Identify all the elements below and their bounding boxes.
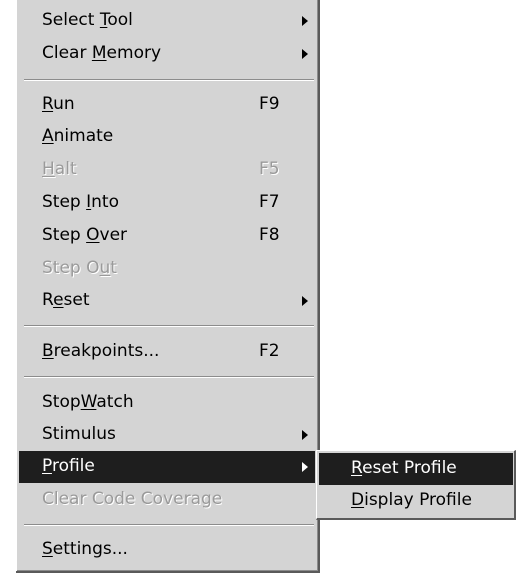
submenu-arrow-icon (302, 296, 308, 306)
menu-item-step-into[interactable]: Step Into F7 (19, 187, 315, 219)
menu-item-label: Halt (42, 159, 77, 179)
menu-item-label: Reset (42, 290, 90, 310)
submenu-item-label: Reset Profile (351, 458, 457, 478)
menu-separator (24, 325, 314, 327)
menu-item-stopwatch[interactable]: StopWatch (19, 387, 315, 419)
menu-item-label: Clear Code Coverage (42, 489, 223, 509)
menu-item-label: Settings... (42, 539, 128, 559)
menu-item-label: Run (42, 94, 75, 114)
submenu-arrow-icon (302, 462, 308, 472)
submenu-item-label: Display Profile (351, 490, 472, 510)
menu-item-settings[interactable]: Settings... (19, 534, 315, 566)
menu-item-shortcut: F2 (259, 341, 280, 361)
menu-item-halt: Halt F5 (19, 154, 315, 186)
menu-separator (24, 524, 314, 526)
menu-item-select-tool[interactable]: Select Tool (19, 5, 315, 37)
profile-submenu: Reset Profile Display Profile (316, 450, 516, 520)
menu-item-shortcut: F7 (259, 192, 280, 212)
menu-item-run[interactable]: Run F9 (19, 89, 315, 121)
menu-item-profile[interactable]: Profile (19, 451, 315, 483)
menu-item-label: Select Tool (42, 10, 133, 30)
submenu-arrow-icon (302, 430, 308, 440)
menu-item-shortcut: F9 (259, 94, 280, 114)
menu-item-shortcut: F8 (259, 225, 280, 245)
menu-item-label: Step Into (42, 192, 119, 212)
submenu-arrow-icon (302, 49, 308, 59)
menu-item-label: Stimulus (42, 424, 116, 444)
menu-separator (24, 376, 314, 378)
menu-item-label: StopWatch (42, 392, 134, 412)
menu-item-label: Clear Memory (42, 43, 162, 63)
submenu-arrow-icon (302, 16, 308, 26)
menu-item-clear-code-coverage: Clear Code Coverage (19, 484, 315, 516)
menu-item-label: Profile (42, 456, 95, 476)
context-menu: Select Tool Clear Memory Run F9 Animate … (16, 0, 320, 573)
menu-item-clear-memory[interactable]: Clear Memory (19, 38, 315, 70)
menu-item-animate[interactable]: Animate (19, 121, 315, 153)
menu-item-stimulus[interactable]: Stimulus (19, 419, 315, 451)
menu-item-label: Step Out (42, 258, 117, 278)
menu-item-label: Animate (42, 126, 114, 146)
menu-separator (24, 79, 314, 81)
menu-item-breakpoints[interactable]: Breakpoints... F2 (19, 336, 315, 368)
menu-highlight-edge (16, 0, 17, 571)
menu-item-step-out: Step Out (19, 253, 315, 285)
submenu-item-reset-profile[interactable]: Reset Profile (319, 453, 513, 485)
menu-item-shortcut: F5 (259, 159, 280, 179)
menu-item-step-over[interactable]: Step Over F8 (19, 220, 315, 252)
menu-item-reset[interactable]: Reset (19, 285, 315, 317)
menu-item-label: Breakpoints... (42, 341, 160, 361)
menu-item-label: Step Over (42, 225, 128, 245)
submenu-item-display-profile[interactable]: Display Profile (319, 485, 513, 517)
